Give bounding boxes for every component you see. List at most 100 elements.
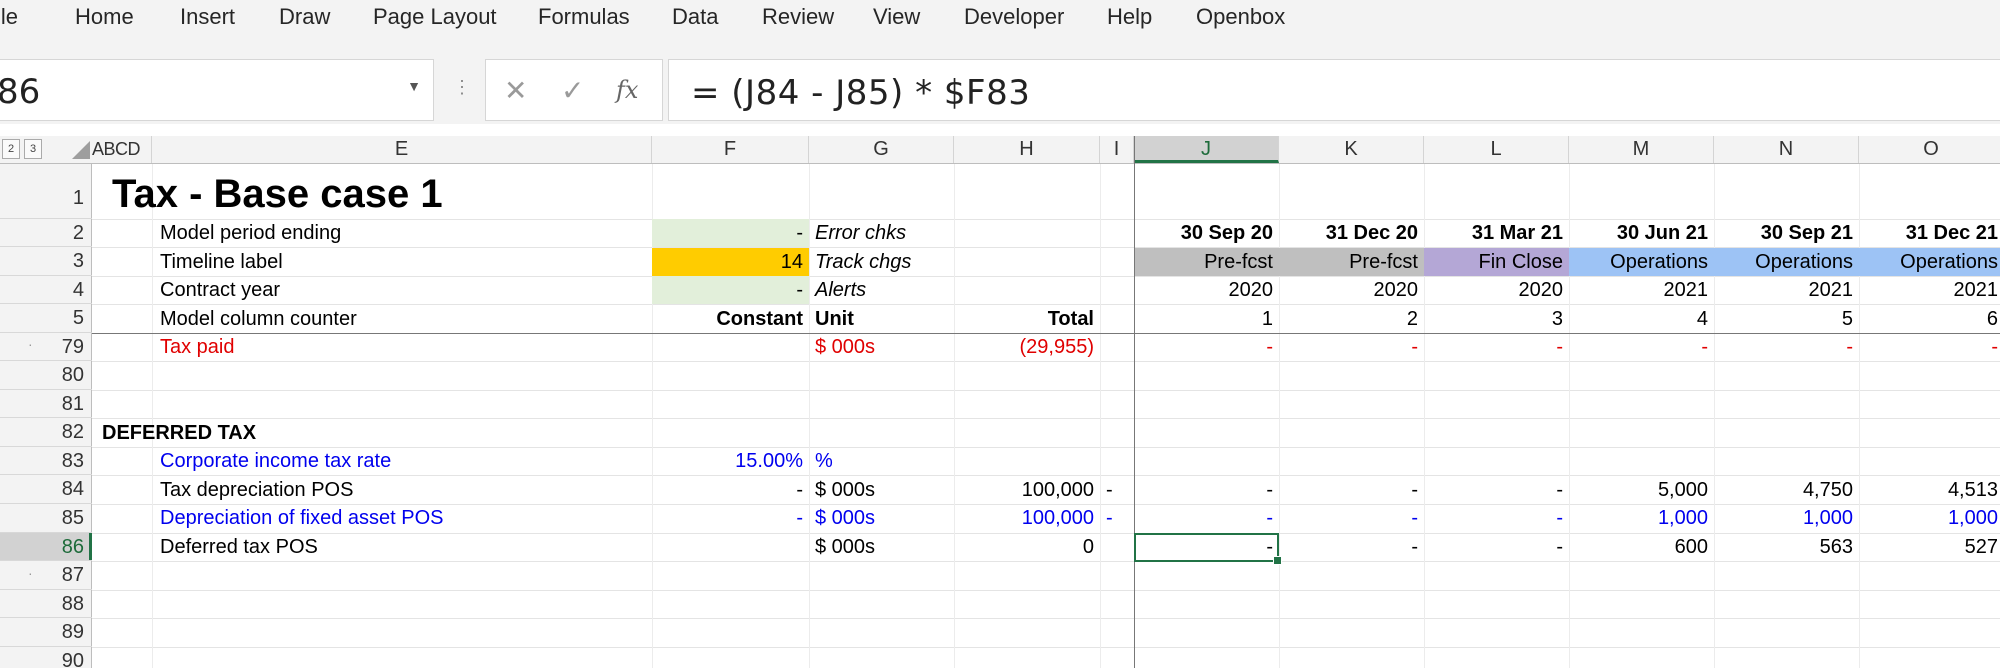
tax-depreciation-o[interactable]: 4,513 <box>1859 476 2000 504</box>
column-header-o[interactable]: O <box>1859 136 2000 163</box>
counter-o[interactable]: 6 <box>1859 305 2000 333</box>
year-k[interactable]: 2020 <box>1279 276 1424 304</box>
input-contract-year[interactable]: - <box>652 276 809 304</box>
sheet-title[interactable]: Tax - Base case 1 <box>112 170 443 218</box>
label-depreciation-fixed-asset[interactable]: Depreciation of fixed asset POS <box>154 504 652 532</box>
row-header-83[interactable]: 83 <box>0 447 92 475</box>
deferred-tax-n[interactable]: 563 <box>1714 533 1859 561</box>
column-header-e[interactable]: E <box>152 136 652 163</box>
more-options-icon[interactable]: ⋮ <box>453 78 471 96</box>
column-header-j[interactable]: J <box>1134 136 1279 163</box>
active-cell-selection[interactable] <box>1134 533 1282 565</box>
track-changes-label[interactable]: Track chgs <box>809 248 954 276</box>
depreciation-fixed-asset-m[interactable]: 1,000 <box>1569 504 1714 532</box>
phase-m[interactable]: Operations <box>1569 248 1714 276</box>
menu-page-layout[interactable]: Page Layout <box>373 0 497 36</box>
tax-paid-l[interactable]: - <box>1424 333 1569 361</box>
tax-depreciation-m[interactable]: 5,000 <box>1569 476 1714 504</box>
insert-function-icon[interactable]: fx <box>616 76 638 104</box>
deferred-tax-o[interactable]: 527 <box>1859 533 2000 561</box>
depreciation-fixed-asset-n[interactable]: 1,000 <box>1714 504 1859 532</box>
total-header[interactable]: Total <box>954 305 1100 333</box>
depreciation-fixed-asset-constant[interactable]: - <box>652 504 809 532</box>
menu-formulas[interactable]: Formulas <box>538 0 630 36</box>
label-tax-depreciation[interactable]: Tax depreciation POS <box>154 476 652 504</box>
phase-k[interactable]: Pre-fcst <box>1279 248 1424 276</box>
worksheet-grid[interactable]: Tax - Base case 1 Model period ending - … <box>92 164 2000 668</box>
depreciation-fixed-asset-l[interactable]: - <box>1424 504 1569 532</box>
select-all-button[interactable] <box>72 141 90 159</box>
tax-rate-unit[interactable]: % <box>809 447 954 475</box>
row-header-87[interactable]: 87 <box>0 561 92 590</box>
label-column-counter[interactable]: Model column counter <box>154 305 652 333</box>
input-timeline-label[interactable]: 14 <box>652 248 809 276</box>
deferred-tax-m[interactable]: 600 <box>1569 533 1714 561</box>
tax-paid-k[interactable]: - <box>1279 333 1424 361</box>
deferred-tax-unit[interactable]: $ 000s <box>809 533 954 561</box>
column-header-l[interactable]: L <box>1424 136 1569 163</box>
tax-depreciation-constant[interactable]: - <box>652 476 809 504</box>
enter-check-icon[interactable]: ✓ <box>561 74 584 107</box>
row-header-4[interactable]: 4 <box>0 276 92 304</box>
depreciation-fixed-asset-unit[interactable]: $ 000s <box>809 504 954 532</box>
label-timeline[interactable]: Timeline label <box>154 248 652 276</box>
date-header-o[interactable]: 31 Dec 21 <box>1859 219 2000 247</box>
tax-paid-o[interactable]: - <box>1859 333 2000 361</box>
tax-depreciation-i[interactable]: - <box>1100 476 1134 504</box>
tax-paid-n[interactable]: - <box>1714 333 1859 361</box>
error-checks-label[interactable]: Error chks <box>809 219 954 247</box>
year-n[interactable]: 2021 <box>1714 276 1859 304</box>
menu-help[interactable]: Help <box>1107 0 1152 36</box>
depreciation-fixed-asset-k[interactable]: - <box>1279 504 1424 532</box>
constant-header[interactable]: Constant <box>652 305 809 333</box>
cancel-icon[interactable]: ✕ <box>504 74 527 107</box>
name-box[interactable]: 86 ▼ <box>0 59 434 121</box>
tax-depreciation-unit[interactable]: $ 000s <box>809 476 954 504</box>
deferred-tax-k[interactable]: - <box>1279 533 1424 561</box>
tax-paid-m[interactable]: - <box>1569 333 1714 361</box>
tax-depreciation-k[interactable]: - <box>1279 476 1424 504</box>
column-header-m[interactable]: M <box>1569 136 1714 163</box>
tax-paid-j[interactable]: - <box>1134 333 1279 361</box>
tax-depreciation-l[interactable]: - <box>1424 476 1569 504</box>
menu-insert[interactable]: Insert <box>180 0 235 36</box>
input-model-period-ending[interactable]: - <box>652 219 809 247</box>
row-header-82[interactable]: 82 <box>0 418 92 447</box>
menu-view[interactable]: View <box>873 0 920 36</box>
phase-n[interactable]: Operations <box>1714 248 1859 276</box>
input-corporate-tax-rate[interactable]: 15.00% <box>652 447 809 475</box>
column-header-g[interactable]: G <box>809 136 954 163</box>
alerts-label[interactable]: Alerts <box>809 276 954 304</box>
column-header-h[interactable]: H <box>954 136 1100 163</box>
depreciation-fixed-asset-i[interactable]: - <box>1100 504 1134 532</box>
menu-home[interactable]: Home <box>75 0 134 36</box>
section-header-deferred-tax[interactable]: DEFERRED TAX <box>96 419 496 447</box>
counter-n[interactable]: 5 <box>1714 305 1859 333</box>
date-header-n[interactable]: 30 Sep 21 <box>1714 219 1859 247</box>
counter-k[interactable]: 2 <box>1279 305 1424 333</box>
row-header-84[interactable]: 84 <box>0 475 92 504</box>
counter-m[interactable]: 4 <box>1569 305 1714 333</box>
label-model-period-ending[interactable]: Model period ending <box>154 219 652 247</box>
outline-level-2-button[interactable]: 2 <box>2 139 20 159</box>
label-tax-paid[interactable]: Tax paid <box>154 333 652 361</box>
column-header-n[interactable]: N <box>1714 136 1859 163</box>
tax-paid-unit[interactable]: $ 000s <box>809 333 954 361</box>
phase-o[interactable]: Operations <box>1859 248 2000 276</box>
date-header-k[interactable]: 31 Dec 20 <box>1279 219 1424 247</box>
menu-openbox[interactable]: Openbox <box>1196 0 1285 36</box>
depreciation-fixed-asset-o[interactable]: 1,000 <box>1859 504 2000 532</box>
year-o[interactable]: 2021 <box>1859 276 2000 304</box>
row-header-85[interactable]: 85 <box>0 504 92 533</box>
menu-data[interactable]: Data <box>672 0 718 36</box>
row-header-79[interactable]: 79 <box>0 333 92 361</box>
menu-developer[interactable]: Developer <box>964 0 1064 36</box>
tax-depreciation-n[interactable]: 4,750 <box>1714 476 1859 504</box>
menu-file[interactable]: ile <box>0 0 18 36</box>
year-l[interactable]: 2020 <box>1424 276 1569 304</box>
year-j[interactable]: 2020 <box>1134 276 1279 304</box>
tax-depreciation-j[interactable]: - <box>1134 476 1279 504</box>
year-m[interactable]: 2021 <box>1569 276 1714 304</box>
column-header-i[interactable]: I <box>1100 136 1134 163</box>
label-deferred-tax-pos[interactable]: Deferred tax POS <box>154 533 652 561</box>
